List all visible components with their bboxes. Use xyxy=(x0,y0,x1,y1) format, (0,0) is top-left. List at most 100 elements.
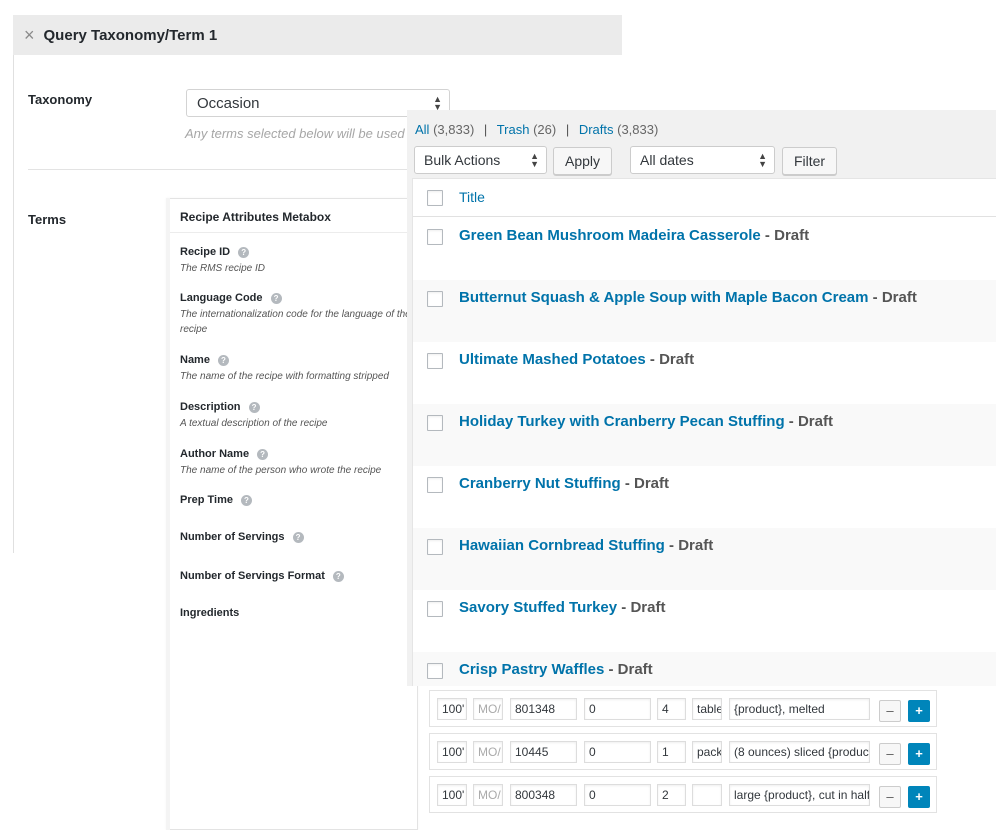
help-icon[interactable]: ? xyxy=(248,401,260,413)
title-separator: - xyxy=(760,227,775,244)
field-name: Recipe ID xyxy=(180,246,231,258)
post-state: Draft xyxy=(634,475,670,492)
select-all-checkbox[interactable] xyxy=(427,190,443,206)
table-row: Crisp Pastry Waffles - Draft xyxy=(413,652,996,686)
quantity-field[interactable]: 4 xyxy=(657,698,686,720)
ingredient-field-2[interactable]: MO/ xyxy=(473,698,503,720)
unit-field[interactable]: table xyxy=(692,698,722,720)
select-arrows-icon: ▲ ▼ xyxy=(758,151,767,169)
help-icon[interactable]: ? xyxy=(332,570,344,582)
post-title-link[interactable]: Savory Stuffed Turkey xyxy=(459,599,617,616)
ingredient-field-2[interactable]: MO/ xyxy=(473,741,503,763)
post-title-link[interactable]: Crisp Pastry Waffles xyxy=(459,661,604,678)
row-checkbox[interactable] xyxy=(427,415,443,431)
title-separator: - xyxy=(664,537,679,554)
view-all-link[interactable]: All xyxy=(415,122,429,137)
help-icon[interactable]: ? xyxy=(270,292,282,304)
metabox-field: Recipe ID? The RMS recipe ID xyxy=(180,246,416,276)
ingredient-id-field[interactable]: 800348 xyxy=(510,784,577,806)
field-description: The RMS recipe ID xyxy=(180,263,266,274)
remove-row-button[interactable]: – xyxy=(879,786,901,808)
view-trash-count: (26) xyxy=(533,122,557,137)
metabox-field: Description? A textual description of th… xyxy=(180,401,416,431)
remove-row-button[interactable]: – xyxy=(879,743,901,765)
post-title-link[interactable]: Butternut Squash & Apple Soup with Maple… xyxy=(459,289,868,306)
view-all-count: (3,833) xyxy=(433,122,475,137)
column-title-header[interactable]: Title xyxy=(459,189,485,205)
row-checkbox[interactable] xyxy=(427,477,443,493)
view-trash-link[interactable]: Trash xyxy=(497,122,530,137)
view-separator: | xyxy=(565,122,570,137)
help-icon[interactable]: ? xyxy=(257,448,269,460)
ingredient-text-field[interactable]: (8 ounces) sliced {product} xyxy=(729,741,870,763)
row-checkbox[interactable] xyxy=(427,539,443,555)
unit-field[interactable] xyxy=(692,784,722,806)
taxonomy-select-value: Occasion xyxy=(197,94,260,112)
ingredient-field-4[interactable]: 0 xyxy=(584,741,651,763)
row-checkbox[interactable] xyxy=(427,291,443,307)
ingredient-field-1[interactable]: 100' xyxy=(437,741,467,763)
view-separator: | xyxy=(483,122,488,137)
close-icon[interactable]: × xyxy=(24,26,35,44)
metabox-field: Prep Time? xyxy=(180,494,416,506)
help-icon[interactable]: ? xyxy=(217,354,229,366)
posts-table: Title Green Bean Mushroom Madeira Casser… xyxy=(412,178,996,686)
bulk-actions-select[interactable]: Bulk Actions ▲ ▼ xyxy=(414,146,547,174)
unit-field[interactable]: pack xyxy=(692,741,722,763)
remove-row-button[interactable]: – xyxy=(879,700,901,722)
ingredient-field-4[interactable]: 0 xyxy=(584,784,651,806)
field-name: Number of Servings Format xyxy=(180,570,325,582)
post-state: Draft xyxy=(797,413,833,430)
post-title-link[interactable]: Cranberry Nut Stuffing xyxy=(459,475,621,492)
query-title: Query Taxonomy/Term 1 xyxy=(43,26,218,44)
field-description: The internationalization code for the la… xyxy=(180,309,411,335)
metabox-field: Author Name? The name of the person who … xyxy=(180,448,416,478)
row-checkbox[interactable] xyxy=(427,353,443,369)
apply-button[interactable]: Apply xyxy=(553,147,612,175)
table-row: Green Bean Mushroom Madeira Casserole - … xyxy=(413,218,996,280)
metabox-title: Recipe Attributes Metabox xyxy=(180,210,331,224)
field-name: Description xyxy=(180,401,241,413)
select-arrows-icon: ▲ ▼ xyxy=(433,94,442,112)
help-icon[interactable]: ? xyxy=(238,246,250,258)
field-description: The name of the recipe with formatting s… xyxy=(180,371,389,382)
add-row-button[interactable]: + xyxy=(908,700,930,722)
field-name: Prep Time xyxy=(180,494,233,506)
ingredient-field-1[interactable]: 100' xyxy=(437,698,467,720)
metabox-gutter xyxy=(166,198,170,830)
post-title-link[interactable]: Holiday Turkey with Cranberry Pecan Stuf… xyxy=(459,413,785,430)
field-name: Ingredients xyxy=(180,607,240,619)
post-title-link[interactable]: Hawaiian Cornbread Stuffing xyxy=(459,537,665,554)
dates-select-value: All dates xyxy=(640,152,694,168)
post-state: Draft xyxy=(774,227,810,244)
quantity-field[interactable]: 1 xyxy=(657,741,686,763)
ingredient-text-field[interactable]: large {product}, cut in half xyxy=(729,784,870,806)
metabox-field: Ingredients xyxy=(180,607,416,619)
help-icon[interactable]: ? xyxy=(292,531,304,543)
filter-button[interactable]: Filter xyxy=(782,147,837,175)
row-checkbox[interactable] xyxy=(427,663,443,679)
view-drafts-link[interactable]: Drafts xyxy=(579,122,614,137)
ingredient-id-field[interactable]: 801348 xyxy=(510,698,577,720)
field-name: Author Name xyxy=(180,448,250,460)
ingredient-id-field[interactable]: 10445 xyxy=(510,741,577,763)
dates-select[interactable]: All dates ▲ ▼ xyxy=(630,146,775,174)
metabox-field: Number of Servings Format? xyxy=(180,570,416,582)
ingredient-field-1[interactable]: 100' xyxy=(437,784,467,806)
ingredient-field-4[interactable]: 0 xyxy=(584,698,651,720)
ingredient-text-field[interactable]: {product}, melted xyxy=(729,698,870,720)
ingredient-row: 100' MO/ 801348 0 4 table {product}, mel… xyxy=(429,690,937,727)
add-row-button[interactable]: + xyxy=(908,786,930,808)
post-title-link[interactable]: Ultimate Mashed Potatoes xyxy=(459,351,646,368)
row-checkbox[interactable] xyxy=(427,601,443,617)
field-name: Number of Servings xyxy=(180,531,285,543)
row-checkbox[interactable] xyxy=(427,229,443,245)
add-row-button[interactable]: + xyxy=(908,743,930,765)
ingredient-field-2[interactable]: MO/ xyxy=(473,784,503,806)
title-separator: - xyxy=(604,661,618,678)
title-separator: - xyxy=(645,351,660,368)
help-icon[interactable]: ? xyxy=(241,494,252,506)
quantity-field[interactable]: 2 xyxy=(657,784,686,806)
table-row: Cranberry Nut Stuffing - Draft xyxy=(413,466,996,528)
post-title-link[interactable]: Green Bean Mushroom Madeira Casserole xyxy=(459,227,761,244)
